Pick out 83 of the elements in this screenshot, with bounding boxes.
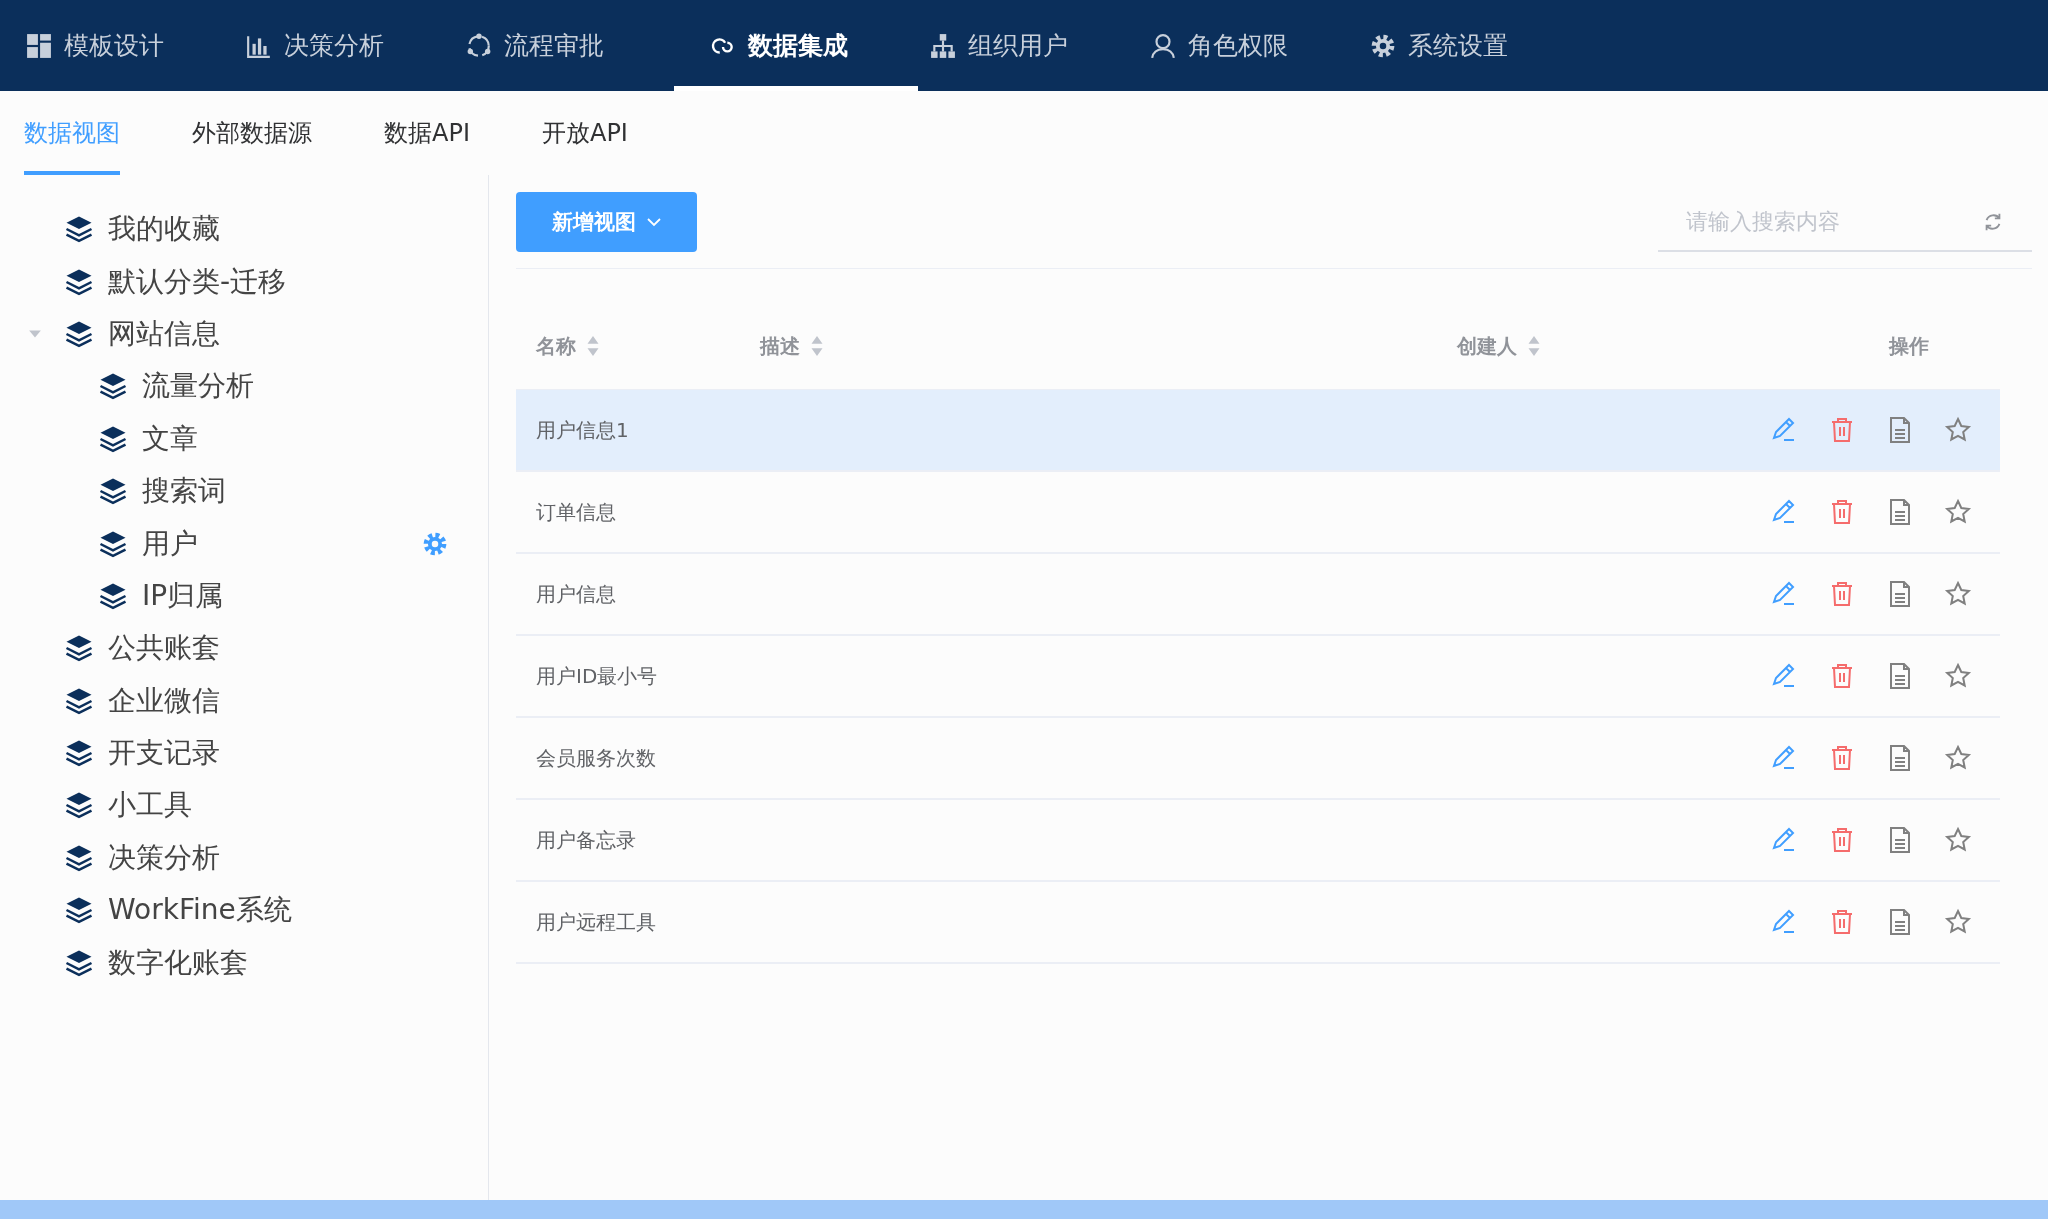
column-header: 操作 — [1888, 332, 1929, 360]
tab[interactable]: 外部数据源 — [192, 91, 312, 175]
tab[interactable]: 数据API — [384, 91, 470, 175]
tree-item[interactable]: 决策分析 — [0, 831, 488, 885]
table-row[interactable]: 用户信息1 — [516, 390, 2000, 472]
table-row[interactable]: 用户备忘录 — [516, 800, 2000, 882]
star-icon[interactable] — [1944, 826, 1972, 854]
layers-icon — [64, 790, 94, 821]
tree-item-label: WorkFine系统 — [108, 892, 292, 929]
nav-tab[interactable]: 角色权限 — [1138, 0, 1358, 91]
tree-item[interactable]: 企业微信 — [0, 674, 488, 727]
nav-tab[interactable]: 模板设计 — [14, 0, 234, 91]
star-icon[interactable] — [1944, 498, 1972, 526]
star-icon[interactable] — [1944, 580, 1972, 608]
tree-item[interactable]: IP归属 — [0, 569, 488, 623]
column-header: 创建人 — [1457, 332, 1517, 360]
user-icon — [1150, 32, 1176, 59]
tree-item[interactable]: 我的收藏 — [0, 203, 488, 256]
settings-icon[interactable] — [422, 530, 448, 557]
column-header: 名称 — [536, 332, 576, 360]
chevron-down-icon — [645, 217, 662, 227]
table-cell: 订单信息 — [536, 498, 616, 526]
tree-item[interactable]: 公共账套 — [0, 622, 488, 675]
layers-icon — [64, 895, 94, 926]
tree-item-label: 开支记录 — [108, 735, 220, 772]
tree-item-label: 默认分类-迁移 — [108, 263, 287, 300]
tree-item-label: 公共账套 — [108, 630, 220, 667]
tree-item-label: 数字化账套 — [108, 944, 248, 981]
tree-item-label: 决策分析 — [108, 839, 220, 876]
layers-icon — [98, 371, 128, 402]
tree-item[interactable]: 数字化账套 — [0, 936, 488, 989]
tree-item-label: 网站信息 — [108, 315, 220, 352]
tree-item[interactable]: 开支记录 — [0, 726, 488, 780]
tree-item-label: 小工具 — [108, 787, 192, 824]
column-header: 描述 — [760, 332, 800, 360]
tree-item-label: 搜索词 — [142, 473, 226, 510]
tree-item-label: IP归属 — [142, 577, 224, 614]
tree-item[interactable]: 流量分析 — [0, 360, 488, 413]
tree-item[interactable]: 网站信息 — [0, 307, 488, 361]
tree-item[interactable]: 搜索词 — [0, 464, 488, 518]
tree-item-label: 文章 — [142, 420, 198, 457]
tree-item-label: 用户 — [142, 525, 198, 562]
cycle-icon — [466, 32, 492, 59]
tree-item[interactable]: 文章 — [0, 412, 488, 465]
grid-icon — [26, 32, 52, 59]
table-cell: 会员服务次数 — [536, 744, 656, 772]
tree-item-label: 企业微信 — [108, 682, 220, 719]
table-row[interactable]: 用户远程工具 — [516, 882, 2000, 964]
star-icon[interactable] — [1944, 908, 1972, 936]
layers-icon — [98, 476, 128, 507]
table-cell: 用户远程工具 — [536, 908, 656, 936]
settings-icon — [1370, 32, 1396, 59]
tab[interactable]: 开放API — [541, 91, 628, 175]
nav-tab[interactable]: 系统设置 — [1358, 0, 1578, 91]
nav-tab[interactable]: 决策分析 — [234, 0, 454, 91]
table-cell: 用户ID最小号 — [536, 662, 658, 690]
tree-item-label: 我的收藏 — [108, 211, 220, 248]
layers-icon — [64, 738, 94, 769]
table-cell: 用户备忘录 — [536, 826, 636, 854]
layers-icon — [64, 214, 94, 245]
tree-item[interactable]: 小工具 — [0, 779, 488, 832]
sort-icon[interactable] — [1527, 335, 1541, 357]
caret-icon[interactable] — [28, 328, 42, 339]
search-field[interactable]: 请输入搜索内容 — [1658, 192, 2032, 252]
table-row[interactable]: 会员服务次数 — [516, 718, 2000, 800]
org-chart-icon — [930, 32, 956, 59]
nav-tab[interactable]: 流程审批 — [454, 0, 674, 91]
sort-icon[interactable] — [810, 335, 824, 357]
star-icon[interactable] — [1944, 744, 1972, 772]
table-row[interactable]: 用户信息 — [516, 554, 2000, 636]
table-cell: 用户信息 — [536, 580, 616, 608]
table-row[interactable]: 订单信息 — [516, 472, 2000, 554]
nav-tab[interactable]: 组织用户 — [918, 0, 1138, 91]
star-icon[interactable] — [1944, 416, 1972, 444]
star-icon[interactable] — [1944, 662, 1972, 690]
tree-item[interactable]: WorkFine系统 — [0, 884, 488, 937]
tree-item[interactable]: 用户 — [0, 517, 488, 570]
table-row[interactable]: 用户ID最小号 — [516, 636, 2000, 718]
tree-item-label: 流量分析 — [142, 368, 254, 405]
layers-icon — [64, 633, 94, 664]
tree-item[interactable]: 默认分类-迁移 — [0, 255, 488, 308]
sort-icon[interactable] — [586, 335, 600, 357]
table-cell: 用户信息1 — [536, 416, 629, 444]
